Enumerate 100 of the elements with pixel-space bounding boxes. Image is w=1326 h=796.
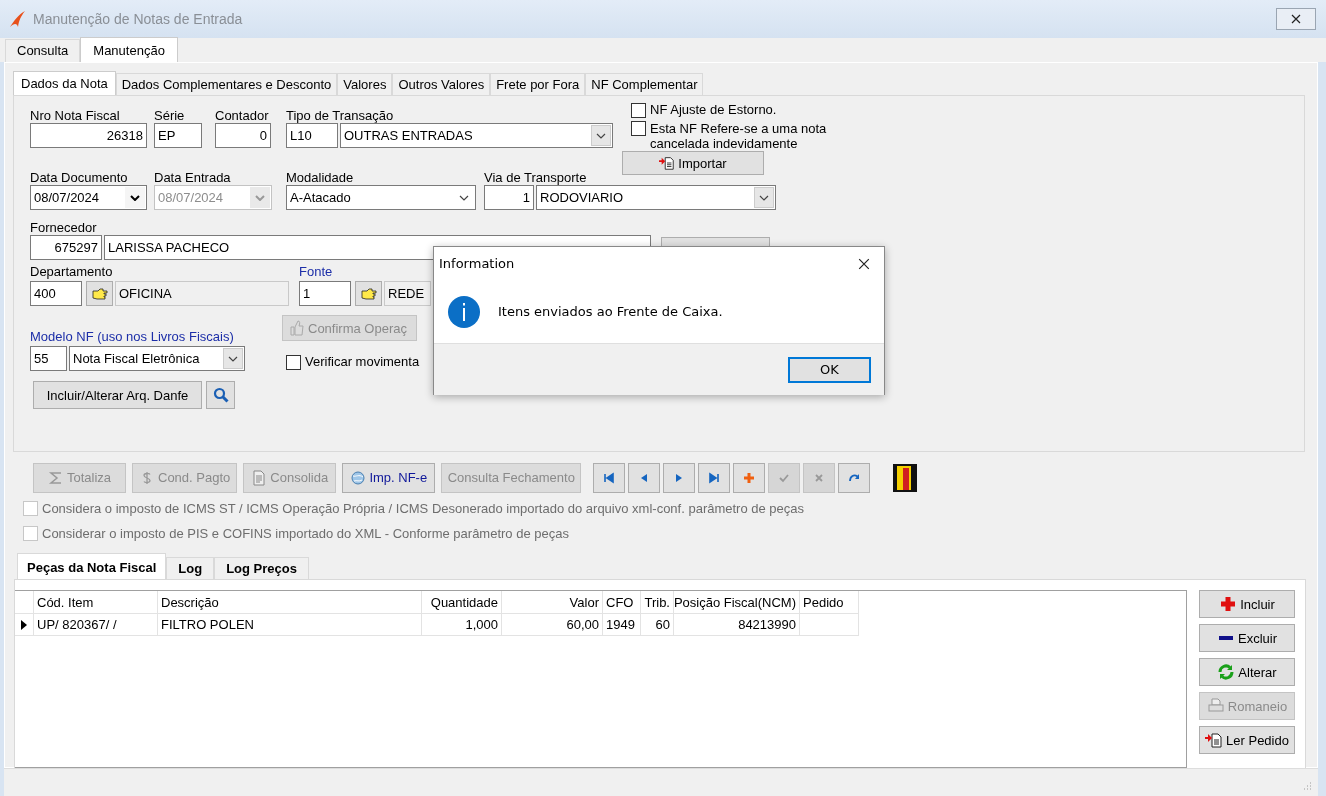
- column-header[interactable]: Trib.: [641, 591, 674, 614]
- import-button[interactable]: Importar: [622, 151, 764, 175]
- danfe-button[interactable]: Incluir/Alterar Arq. Danfe: [33, 381, 202, 409]
- chevron-down-icon: [130, 194, 140, 201]
- chevron-down-icon: [596, 132, 606, 139]
- field-label: Via de Transporte: [484, 170, 588, 185]
- column-header[interactable]: Descrição: [158, 591, 422, 614]
- checkbox[interactable]: [286, 354, 301, 370]
- pointing-hand-icon: [360, 285, 377, 302]
- column-header[interactable]: Valor: [502, 591, 603, 614]
- tab[interactable]: Frete por Fora: [490, 73, 586, 95]
- printer-icon: [1206, 698, 1225, 714]
- source-name-field: REDE: [384, 281, 431, 306]
- table-cell: 1,000: [422, 614, 502, 636]
- invoice-model-dropdown[interactable]: Nota Fiscal Eletrônica: [69, 346, 245, 371]
- model-code-field[interactable]: 55: [30, 346, 67, 371]
- column-header[interactable]: Quantidade: [422, 591, 502, 614]
- item-action-button[interactable]: Alterar: [1199, 658, 1295, 686]
- table-cell: UP/ 820367/ /: [34, 614, 158, 636]
- field-label: Série: [154, 108, 186, 123]
- field-label: Modalidade: [286, 170, 355, 185]
- item-action-button[interactable]: Incluir: [1199, 590, 1295, 618]
- chevron-down-icon: [228, 355, 238, 362]
- checkbox[interactable]: [631, 121, 646, 136]
- close-button[interactable]: [1276, 8, 1316, 30]
- field-label: Tipo de Transação: [286, 108, 395, 123]
- plus-icon: [1219, 596, 1238, 612]
- pointing-hand-icon: [91, 285, 108, 302]
- tab[interactable]: NF Complementar: [585, 73, 704, 95]
- tab[interactable]: Peças da Nota Fiscal: [17, 553, 167, 579]
- transport-dropdown[interactable]: RODOVIARIO: [536, 185, 776, 210]
- ok-button[interactable]: OK: [788, 356, 871, 383]
- navigator-button[interactable]: [628, 462, 661, 493]
- department-name-field: OFICINA: [115, 281, 289, 306]
- tab[interactable]: Valores: [337, 73, 393, 95]
- column-header[interactable]: Pedido: [800, 591, 859, 614]
- tab[interactable]: Manutenção: [80, 37, 178, 62]
- tab[interactable]: Dados Complementares e Desconto: [115, 73, 338, 95]
- counter-field[interactable]: 0: [215, 123, 271, 148]
- info-icon: [448, 295, 480, 328]
- tab[interactable]: Outros Valores: [392, 73, 491, 95]
- lookup-button[interactable]: [86, 281, 113, 306]
- x-icon: [813, 471, 826, 484]
- modality-dropdown[interactable]: A-Atacado: [286, 185, 476, 210]
- dialog-message: Itens enviados ao Frente de Caixa.: [498, 304, 723, 319]
- field-label: Data Entrada: [154, 170, 232, 185]
- tab[interactable]: Consulta: [5, 39, 81, 62]
- plus-icon: [743, 471, 756, 484]
- transport-code-field[interactable]: 1: [484, 185, 534, 210]
- document-icon: [251, 469, 268, 486]
- search-button[interactable]: [206, 381, 235, 409]
- toolbar-button[interactable]: Imp. NF-e: [342, 462, 436, 493]
- navigator-button[interactable]: [593, 462, 626, 493]
- chevron-down-icon: [459, 194, 469, 201]
- checkbox-label: NF Ajuste de Estorno.: [650, 102, 777, 118]
- checkbox[interactable]: [631, 102, 646, 118]
- department-code-field[interactable]: 400: [30, 281, 82, 306]
- navigator-button[interactable]: [698, 462, 731, 493]
- sigma-icon: [47, 469, 64, 486]
- column-header[interactable]: CFO: [603, 591, 641, 614]
- column-header[interactable]: Cód. Item: [34, 591, 158, 614]
- exit-door-icon[interactable]: [892, 462, 919, 493]
- series-field[interactable]: EP: [154, 123, 202, 148]
- skip-back-icon: [603, 471, 616, 484]
- item-action-button[interactable]: Ler Pedido: [1199, 726, 1295, 754]
- checkbox-label: Verificar movimenta: [305, 354, 420, 370]
- navigator-button[interactable]: [838, 462, 871, 493]
- source-code-field[interactable]: 1: [299, 281, 351, 306]
- supplier-code-field[interactable]: 675297: [30, 235, 102, 260]
- skip-forward-icon: [708, 471, 721, 484]
- chevron-down-icon: [759, 194, 769, 201]
- table-cell: 84213990: [674, 614, 800, 636]
- document-arrow-icon: [659, 155, 676, 171]
- field-label: Departamento: [30, 264, 114, 281]
- navigator-button[interactable]: [663, 462, 696, 493]
- refresh-icon: [1217, 664, 1236, 680]
- tab[interactable]: Log: [166, 557, 215, 579]
- transaction-code-field[interactable]: L10: [286, 123, 338, 148]
- document-arrow-icon: [1205, 732, 1224, 748]
- table-cell: 1949: [603, 614, 641, 636]
- document-date-picker[interactable]: 08/07/2024: [30, 185, 147, 210]
- refresh-icon: [848, 471, 861, 484]
- tab[interactable]: Log Preços: [214, 557, 309, 579]
- tab[interactable]: Dados da Nota: [13, 71, 116, 95]
- column-header[interactable]: Posição Fiscal(NCM): [674, 591, 800, 614]
- field-label: Fonte: [299, 264, 334, 281]
- resize-grip-icon: [1302, 781, 1312, 791]
- checkbox-label: Considera o imposto de ICMS ST / ICMS Operação Própria / ICMS Desonerado importado do arquivo xml-conf. parâmetro de peças: [42, 500, 805, 517]
- invoice-number-field[interactable]: 26318: [30, 123, 147, 148]
- app-logo-icon: [8, 9, 28, 29]
- transaction-type-dropdown[interactable]: OUTRAS ENTRADAS: [340, 123, 613, 148]
- item-action-button[interactable]: Excluir: [1199, 624, 1295, 652]
- close-icon: [858, 257, 870, 270]
- search-icon: [212, 387, 229, 403]
- table-cell: [800, 614, 859, 636]
- navigator-button[interactable]: [733, 462, 766, 493]
- close-icon: [1291, 14, 1301, 24]
- lookup-button[interactable]: [355, 281, 382, 306]
- checkbox-label: Esta NF Refere-se a uma nota cancelada indevidamente: [650, 121, 828, 151]
- field-label: Fornecedor: [30, 220, 98, 235]
